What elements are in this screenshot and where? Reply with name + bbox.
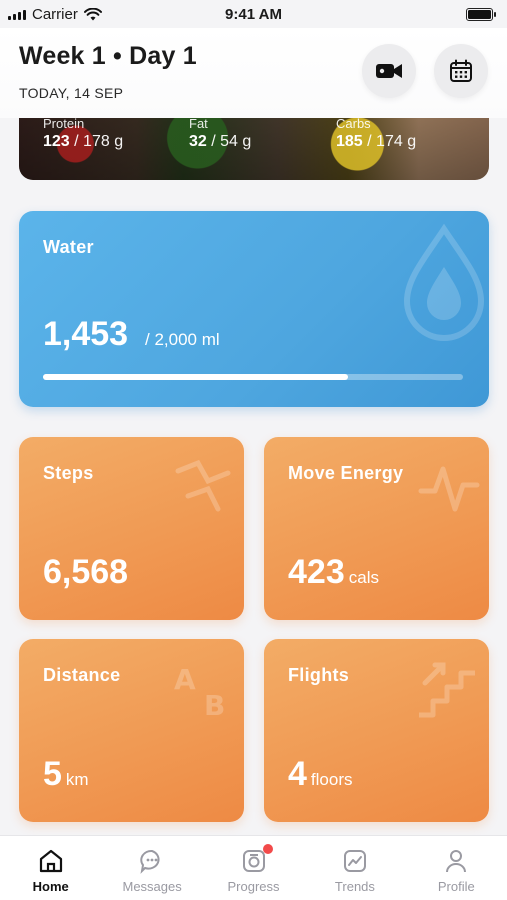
camera-icon [241, 844, 273, 874]
flights-value: 4 [288, 755, 307, 793]
video-button[interactable] [362, 44, 416, 98]
tab-bar: Home Messages Progress Trends Profile [0, 835, 507, 900]
water-progress-fill [43, 374, 349, 380]
steps-title: Steps [43, 463, 94, 483]
water-progress-bar [43, 374, 463, 380]
macro-goal: / 174 g [367, 133, 417, 150]
macro-value: 123 [43, 133, 70, 150]
macro-carbs: Carbs 185 / 174 g [336, 116, 417, 151]
tab-label: Messages [122, 879, 182, 894]
tab-profile[interactable]: Profile [406, 836, 507, 900]
move-energy-card[interactable]: Move Energy 423 cals [264, 437, 489, 620]
macro-value: 185 [336, 133, 363, 150]
tab-home[interactable]: Home [0, 836, 101, 900]
distance-icon: A B [174, 663, 225, 722]
distance-card[interactable]: A B Distance 5 km [19, 639, 244, 822]
energy-icon [418, 466, 480, 512]
macro-label: Fat [189, 116, 208, 131]
water-title: Water [43, 237, 94, 257]
macro-label: Protein [43, 116, 85, 131]
tab-trends[interactable]: Trends [304, 836, 405, 900]
macro-value: 32 [189, 133, 207, 150]
person-icon [443, 848, 469, 874]
steps-value: 6,568 [43, 553, 129, 591]
status-bar: Carrier 9:41 AM [0, 0, 507, 28]
distance-value-line: 5 km [43, 755, 89, 794]
header: Week 1 • Day 1 TODAY, 14 SEP [0, 28, 507, 118]
move-energy-value: 423 [288, 553, 345, 591]
wifi-icon [83, 7, 102, 20]
water-drop-icon [403, 223, 485, 341]
distance-value: 5 [43, 755, 62, 793]
flights-unit: floors [310, 770, 353, 789]
notification-badge [262, 844, 273, 854]
water-goal: / 2,000 ml [145, 330, 220, 349]
water-card[interactable]: Water 1,453 / 2,000 ml [19, 211, 489, 407]
flights-card[interactable]: Flights 4 floors [264, 639, 489, 822]
macro-label: Carbs [336, 116, 371, 131]
video-camera-icon [376, 64, 402, 78]
distance-unit: km [65, 770, 89, 789]
tab-messages[interactable]: Messages [101, 836, 202, 900]
macro-protein: Protein 123 / 178 g [43, 116, 124, 151]
move-energy-title: Move Energy [288, 463, 404, 483]
calendar-icon [450, 59, 472, 82]
trend-icon [342, 848, 368, 874]
move-energy-value-line: 423 cals [288, 553, 379, 592]
distance-title: Distance [43, 665, 121, 685]
steps-card[interactable]: Steps 6,568 [19, 437, 244, 620]
calendar-button[interactable] [434, 44, 488, 98]
tab-label: Profile [437, 879, 475, 894]
chat-icon [139, 848, 165, 874]
tab-label: Trends [334, 879, 375, 894]
page-title: Week 1 • Day 1 [19, 42, 197, 70]
battery-icon [466, 7, 496, 21]
macro-goal: / 178 g [74, 133, 124, 150]
svg-text:B: B [204, 689, 225, 722]
svg-text:A: A [174, 663, 196, 696]
status-left: Carrier [8, 6, 102, 23]
macro-goal: / 54 g [211, 133, 252, 150]
tab-label: Home [32, 879, 69, 894]
home-icon [38, 848, 64, 874]
flights-value-line: 4 floors [288, 755, 353, 794]
page-date: TODAY, 14 SEP [19, 85, 124, 101]
macro-fat: Fat 32 / 54 g [189, 116, 252, 151]
carrier-label: Carrier [32, 5, 78, 23]
stairs-icon [419, 662, 475, 718]
move-energy-unit: cals [348, 568, 379, 587]
tab-label: Progress [227, 879, 280, 894]
water-value: 1,453 [43, 315, 129, 353]
tab-progress[interactable]: Progress [203, 836, 304, 900]
signal-icon [8, 9, 26, 20]
steps-icon [175, 459, 231, 512]
flights-title: Flights [288, 665, 350, 685]
